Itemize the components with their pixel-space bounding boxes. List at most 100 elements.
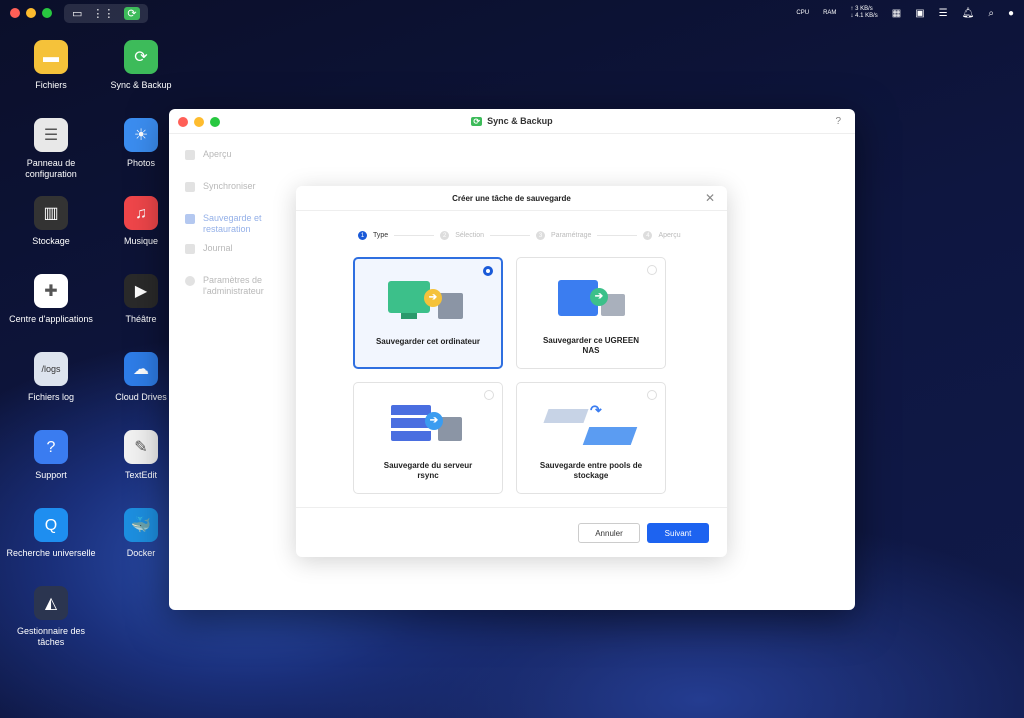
tasks-icon[interactable]: ☰ (939, 8, 948, 19)
dialog-title: Créer une tâche de sauvegarde (452, 193, 571, 203)
stepper: 1 Type 2 Sélection 3 Paramétrage 4 Aperçu (358, 231, 681, 240)
radio-unselected[interactable] (647, 265, 657, 275)
app-icon: ▥ (34, 196, 68, 230)
search-icon[interactable]: ⌕ (988, 8, 994, 19)
app-label: Stockage (32, 236, 70, 246)
radio-selected[interactable] (483, 266, 493, 276)
app-label: Sync & Backup (110, 80, 172, 90)
app-label: Gestionnaire des tâches (16, 626, 86, 647)
storage-pools-illustration: ↷ (543, 403, 638, 451)
ram-gauge[interactable]: RAM (823, 10, 836, 16)
app-icon: ♫ (124, 196, 158, 230)
app-label: Fichiers log (27, 392, 74, 402)
close-dot[interactable] (10, 8, 20, 18)
dialog-header: Créer une tâche de sauvegarde ✕ (296, 186, 727, 211)
app-icon: ☀ (124, 118, 158, 152)
sidebar-item-synchroniser[interactable]: Synchroniser (169, 181, 297, 203)
app-icon: /logs (34, 352, 68, 386)
sidebar-label: Journal (203, 243, 233, 253)
step-type: 1 Type (358, 231, 388, 240)
desktop-app-gestionnaire-des-t-ches[interactable]: ◭ Gestionnaire des tâches (6, 586, 96, 648)
step-number: 3 (535, 231, 545, 240)
radio-unselected[interactable] (484, 390, 494, 400)
desktop-app-stockage[interactable]: ▥ Stockage (6, 196, 96, 247)
option-label: Sauvegarder cet ordinateur (375, 337, 481, 346)
widgets-icon[interactable]: ▦ (892, 8, 901, 19)
window-minimize[interactable] (194, 117, 204, 127)
sidebar-item-apercu[interactable]: Aperçu (169, 149, 297, 171)
cpu-gauge[interactable]: CPU (796, 10, 809, 16)
window-titlebar: ⟳ Sync & Backup ? (169, 109, 855, 134)
radio-unselected[interactable] (647, 390, 657, 400)
step-number: 1 (358, 231, 367, 240)
sidebar-item-parametres[interactable]: Paramètres de l'administrateur (169, 275, 297, 297)
sync-backup-taskbar-icon[interactable]: ⟳ (124, 6, 140, 20)
app-icon: ⟳ (124, 40, 158, 74)
option-label: Sauvegarde du serveur rsync (383, 461, 473, 480)
desktop-app-centre-d-applications[interactable]: ✚ Centre d'applications (6, 274, 96, 325)
cancel-button[interactable]: Annuler (578, 523, 640, 543)
app-icon: Q (34, 508, 68, 542)
desktop-icon[interactable]: ▭ (72, 7, 82, 20)
download-speed: ↓ 4.1 KB/s (850, 13, 878, 19)
app-icon: ⟳ (471, 116, 483, 126)
step-number: 4 (643, 231, 653, 240)
minimize-dot[interactable] (26, 8, 36, 18)
app-icon: ? (34, 430, 68, 464)
next-button[interactable]: Suivant (647, 523, 709, 543)
app-label: Fichiers (35, 80, 67, 90)
step-number: 2 (440, 231, 450, 240)
nas-illustration: ➔ (546, 278, 636, 326)
user-icon[interactable]: ● (1008, 8, 1014, 19)
sync-icon (185, 182, 195, 192)
bell-icon[interactable]: 🔔︎ (962, 8, 975, 19)
app-icon: ◭ (34, 586, 68, 620)
create-backup-task-dialog: Créer une tâche de sauvegarde ✕ 1 Type 2S… (296, 186, 727, 557)
step-label: Sélection (455, 232, 484, 239)
sidebar-item-sauvegarde[interactable]: Sauvegarde et restauration (169, 213, 297, 235)
backup-icon (185, 214, 195, 224)
sidebar-label: Paramètres de l'administrateur (203, 275, 264, 296)
sidebar: Aperçu Synchroniser Sauvegarde et restau… (169, 135, 297, 297)
app-label: Support (35, 470, 67, 480)
help-icon[interactable]: ? (835, 116, 841, 127)
option-backup-nas[interactable]: ➔ Sauvegarder ce UGREEN NAS (516, 257, 666, 369)
gear-icon (185, 276, 195, 286)
step-label: Type (373, 232, 389, 239)
step-label: Aperçu (658, 232, 681, 239)
app-icon: ▶ (124, 274, 158, 308)
window-maximize[interactable] (210, 117, 220, 127)
option-backup-rsync[interactable]: ➔ Sauvegarde du serveur rsync (353, 382, 503, 494)
app-grid-icon[interactable]: ⋮⋮ (92, 7, 114, 20)
app-icon: ☁ (124, 352, 158, 386)
desktop-app-recherche-universelle[interactable]: Q Recherche universelle (6, 508, 96, 559)
maximize-dot[interactable] (42, 8, 52, 18)
step-apercu: 4 Aperçu (643, 231, 681, 240)
window-title: Sync & Backup (487, 116, 553, 126)
window-close[interactable] (178, 117, 188, 127)
option-backup-storage-pools[interactable]: ↷ Sauvegarde entre pools de stockage (516, 382, 666, 494)
sidebar-label: Synchroniser (203, 181, 256, 191)
app-icon: ▬ (34, 40, 68, 74)
dialog-footer: Annuler Suivant (296, 507, 727, 557)
close-icon[interactable]: ✕ (705, 191, 715, 205)
step-label: Paramétrage (550, 232, 592, 239)
desktop-app-panneau-de-configuration[interactable]: ☰ Panneau de configuration (6, 118, 96, 180)
sidebar-item-journal[interactable]: Journal (169, 243, 297, 265)
taskbar: ▭ ⋮⋮ ⟳ (64, 3, 148, 23)
option-label: Sauvegarde entre pools de stockage (539, 461, 643, 480)
step-selection: 2 Sélection (440, 231, 484, 240)
option-backup-this-computer[interactable]: ➔ Sauvegarder cet ordinateur (353, 257, 503, 369)
overview-icon (185, 150, 195, 160)
window-controls (10, 8, 52, 18)
desktop-app-fichiers-log[interactable]: /logs Fichiers log (6, 352, 96, 403)
desktop-app-support[interactable]: ? Support (6, 430, 96, 481)
monitor-icon[interactable]: ▣ (915, 8, 924, 19)
app-label: Recherche universelle (6, 548, 96, 558)
network-speed[interactable]: ↑ 3 KB/s ↓ 4.1 KB/s (850, 6, 877, 20)
desktop-app-sync-backup[interactable]: ⟳ Sync & Backup (96, 40, 186, 91)
sidebar-label: Sauvegarde et restauration (203, 213, 262, 234)
step-parametrage: 3 Paramétrage (535, 231, 592, 240)
desktop-app-fichiers[interactable]: ▬ Fichiers (6, 40, 96, 91)
app-label: Centre d'applications (9, 314, 93, 324)
